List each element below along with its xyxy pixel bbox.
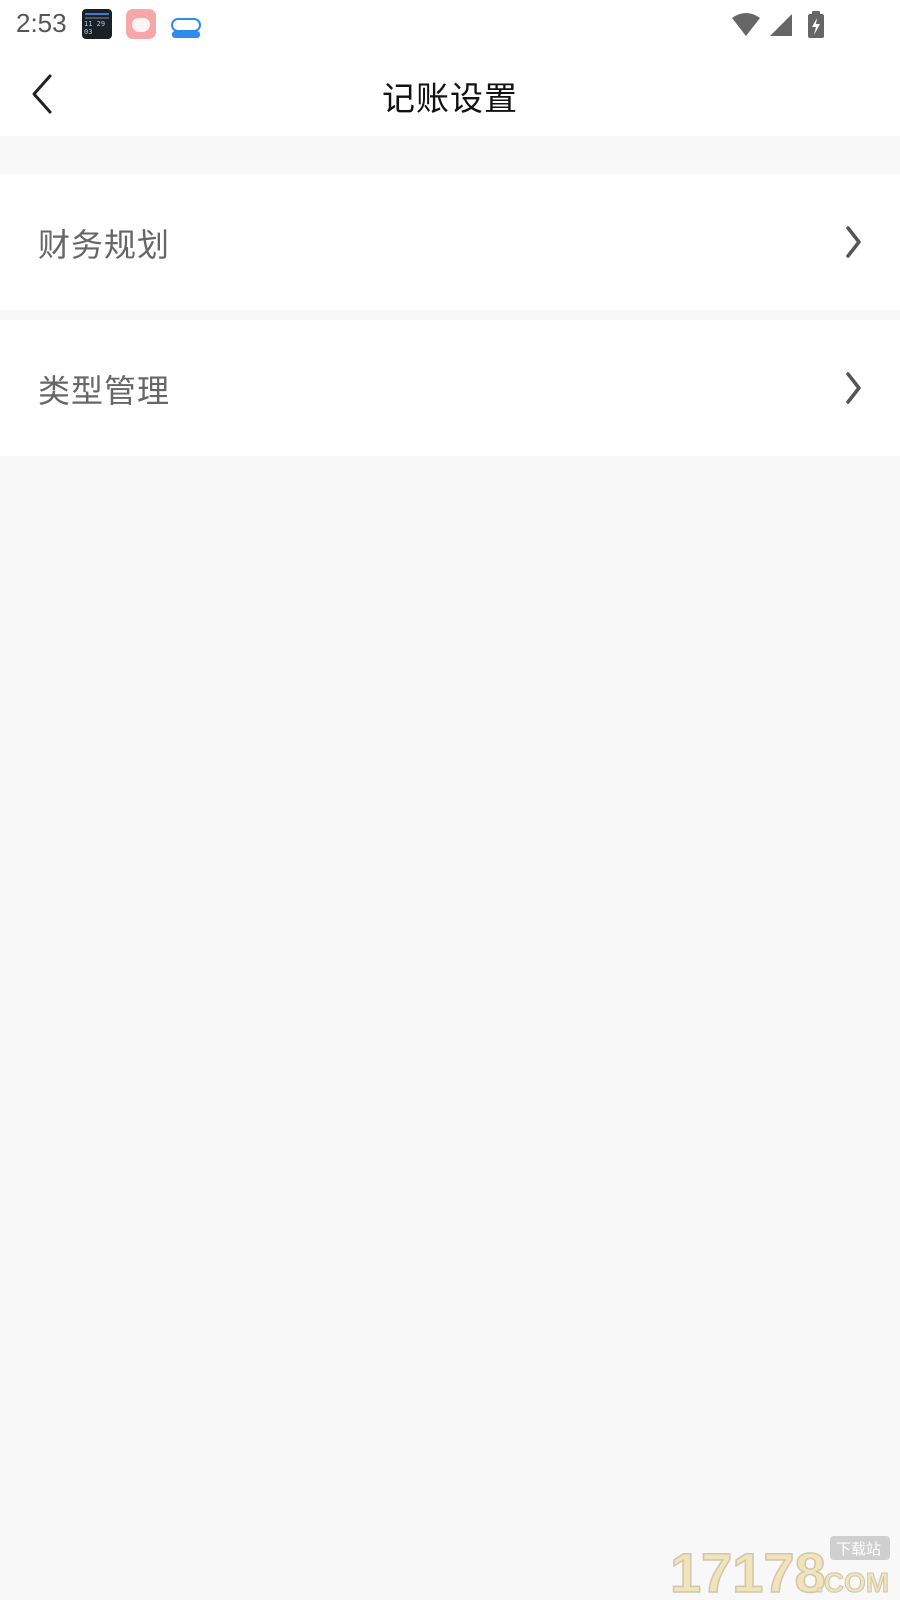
settings-item-label: 类型管理 (38, 372, 171, 410)
status-indicators (732, 11, 824, 38)
status-time: 2:53 (16, 8, 67, 38)
cloud-app-icon (170, 9, 202, 39)
chevron-right-icon (846, 226, 861, 258)
rice-app-icon (126, 9, 156, 39)
settings-item-type-management[interactable]: 类型管理 (0, 320, 900, 456)
status-bar: 2:53 11 29 03 (0, 0, 900, 50)
watermark-tag: 下载站 (830, 1536, 890, 1560)
clock-app-icon: 11 29 03 (82, 9, 112, 39)
page-title: 记账设置 (382, 79, 518, 118)
watermark-number: 17178 (669, 1540, 826, 1596)
wifi-icon (732, 13, 760, 36)
app-header: 记账设置 (0, 50, 900, 136)
settings-item-label: 财务规划 (38, 226, 171, 264)
svg-text:17178: 17178 (670, 1541, 826, 1596)
chevron-right-icon (846, 372, 861, 404)
watermark-suffix: .COM (816, 1567, 890, 1597)
site-watermark-logo: 17178 下载站 .COM (669, 1536, 890, 1597)
cellular-signal-icon (770, 14, 792, 36)
battery-charging-icon (808, 11, 824, 38)
settings-item-finance-planning[interactable]: 财务规划 (0, 174, 900, 310)
svg-text:下载站: 下载站 (836, 1540, 881, 1558)
clock-app-digits: 11 29 03 (84, 20, 106, 36)
svg-text:.COM: .COM (816, 1567, 889, 1596)
